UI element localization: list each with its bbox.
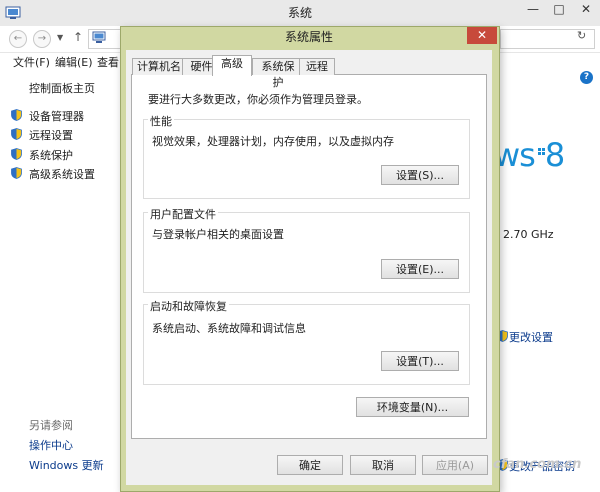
performance-group-label: 性能 bbox=[148, 113, 174, 129]
cancel-button[interactable]: 取消 bbox=[350, 455, 416, 475]
computer-icon bbox=[92, 31, 106, 43]
minimize-button[interactable]: — bbox=[520, 0, 546, 20]
admin-note: 要进行大多数更改，你必须作为管理员登录。 bbox=[148, 93, 368, 106]
action-center-link[interactable]: 操作中心 bbox=[29, 437, 73, 453]
refresh-icon[interactable]: ↻ bbox=[577, 29, 586, 42]
dialog-close-button[interactable]: ✕ bbox=[467, 27, 497, 44]
tab-advanced[interactable]: 高级 bbox=[212, 55, 252, 76]
windows-update-link[interactable]: Windows 更新 bbox=[29, 457, 104, 473]
performance-description: 视觉效果，处理器计划，内存使用，以及虚拟内存 bbox=[152, 135, 394, 148]
environment-variables-button[interactable]: 环境变量(N)... bbox=[356, 397, 469, 417]
back-arrow-icon[interactable]: ← bbox=[9, 30, 27, 48]
startup-recovery-group bbox=[143, 304, 470, 385]
tab-system-protection[interactable]: 系统保护 bbox=[252, 58, 304, 89]
apply-button[interactable]: 应用(A) bbox=[422, 455, 488, 475]
brand-number: 8 bbox=[544, 136, 565, 174]
sidebar-item-device-manager[interactable]: 设备管理器 bbox=[29, 108, 84, 124]
startup-recovery-group-label: 启动和故障恢复 bbox=[148, 298, 229, 314]
sidebar-item-remote-settings[interactable]: 远程设置 bbox=[29, 127, 73, 143]
shield-icon bbox=[11, 109, 22, 121]
windows-brand-logo: ws 8 bbox=[494, 136, 565, 174]
history-dropdown-icon[interactable]: ▼ bbox=[57, 33, 63, 42]
performance-group bbox=[143, 119, 470, 199]
dialog-title: 系统属性 bbox=[284, 30, 333, 44]
user-profiles-group bbox=[143, 212, 470, 293]
system-window-title: 系统 bbox=[287, 6, 312, 20]
control-panel-home-link[interactable]: 控制面板主页 bbox=[29, 80, 95, 96]
menu-edit[interactable]: 编辑(E) bbox=[55, 54, 93, 70]
performance-settings-button[interactable]: 设置(S)... bbox=[381, 165, 459, 185]
user-profiles-group-label: 用户配置文件 bbox=[148, 206, 218, 222]
cpu-speed-value: 2.70 GHz bbox=[503, 228, 554, 241]
startup-recovery-settings-button[interactable]: 设置(T)... bbox=[381, 351, 459, 371]
ok-button[interactable]: 确定 bbox=[277, 455, 343, 475]
forward-arrow-icon[interactable]: → bbox=[33, 30, 51, 48]
user-profiles-settings-button[interactable]: 设置(E)... bbox=[381, 259, 459, 279]
see-also-heading: 另请参阅 bbox=[29, 419, 73, 432]
up-arrow-icon[interactable]: ↑ bbox=[73, 30, 83, 44]
site-watermark: cfan.com.cn bbox=[493, 457, 582, 472]
maximize-button[interactable]: □ bbox=[546, 0, 572, 20]
tab-computer-name[interactable]: 计算机名 bbox=[132, 58, 186, 75]
change-settings-link[interactable]: 更改设置 bbox=[509, 329, 553, 345]
sidebar-item-advanced-settings[interactable]: 高级系统设置 bbox=[29, 166, 95, 182]
windows-flag-icon bbox=[538, 148, 545, 155]
help-icon[interactable]: ? bbox=[580, 71, 593, 84]
sidebar-item-system-protection[interactable]: 系统保护 bbox=[29, 147, 73, 163]
close-button[interactable]: ✕ bbox=[572, 0, 600, 20]
menu-file[interactable]: 文件(F) bbox=[13, 54, 50, 70]
user-profiles-description: 与登录帐户相关的桌面设置 bbox=[152, 228, 284, 241]
tab-remote[interactable]: 远程 bbox=[299, 58, 335, 75]
shield-icon bbox=[11, 128, 22, 140]
startup-recovery-description: 系统启动、系统故障和调试信息 bbox=[152, 322, 306, 335]
shield-icon bbox=[11, 167, 22, 179]
shield-icon bbox=[11, 148, 22, 160]
brand-text: ws bbox=[494, 136, 536, 174]
